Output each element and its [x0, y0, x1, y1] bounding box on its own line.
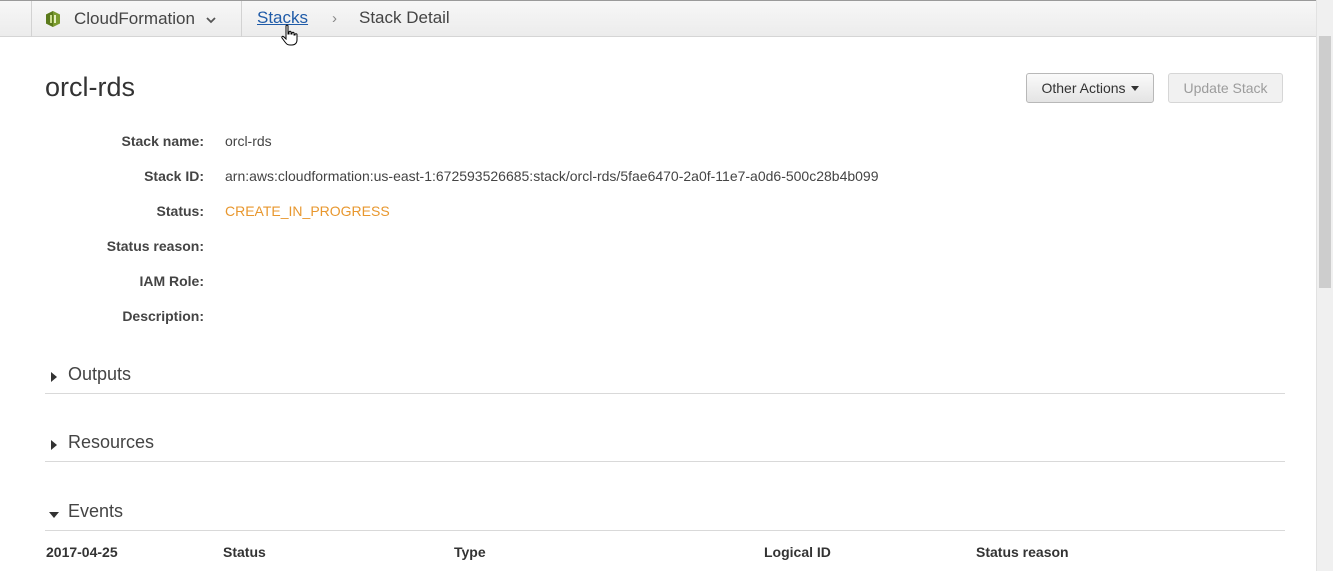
cloudformation-icon: [44, 10, 62, 28]
service-name: CloudFormation: [74, 9, 195, 28]
column-header-date[interactable]: 2017-04-25: [46, 544, 118, 560]
expand-triangle-icon: [51, 440, 57, 450]
stack-name-value: orcl-rds: [225, 133, 272, 149]
section-outputs[interactable]: Outputs: [45, 364, 1285, 394]
breadcrumb-separator: ›: [332, 10, 337, 27]
section-label: Outputs: [68, 364, 132, 384]
detail-label: Stack ID:: [144, 168, 204, 184]
column-header-logical-id[interactable]: Logical ID: [764, 544, 831, 560]
collapse-triangle-icon: [49, 512, 59, 518]
detail-row-status-reason: Status reason:: [0, 238, 1000, 258]
chevron-down-icon: [205, 13, 217, 25]
nav-divider: [241, 1, 242, 37]
detail-label: IAM Role:: [139, 273, 204, 289]
detail-label: Stack name:: [121, 133, 204, 149]
detail-row-status: Status: CREATE_IN_PROGRESS: [0, 203, 1000, 223]
detail-label: Description:: [122, 308, 204, 324]
detail-row-iam-role: IAM Role:: [0, 273, 1000, 293]
section-label: Events: [68, 501, 124, 521]
nav-divider: [31, 1, 32, 37]
section-events[interactable]: Events: [45, 501, 1285, 531]
other-actions-button[interactable]: Other Actions: [1026, 73, 1154, 103]
update-stack-button[interactable]: Update Stack: [1168, 73, 1283, 103]
column-header-type[interactable]: Type: [454, 544, 486, 560]
section-resources[interactable]: Resources: [45, 432, 1285, 462]
column-header-status[interactable]: Status: [223, 544, 266, 560]
update-stack-label: Update Stack: [1183, 80, 1268, 96]
detail-label: Status:: [156, 203, 204, 219]
other-actions-label: Other Actions: [1041, 80, 1126, 96]
section-label: Resources: [68, 432, 155, 452]
service-menu[interactable]: CloudFormation: [44, 7, 217, 31]
scrollbar-thumb[interactable]: [1319, 36, 1331, 288]
vertical-scrollbar[interactable]: [1316, 0, 1333, 571]
detail-label: Status reason:: [106, 238, 204, 254]
status-value: CREATE_IN_PROGRESS: [225, 203, 390, 219]
caret-down-icon: [1130, 85, 1139, 91]
page-title: orcl-rds: [45, 72, 136, 102]
detail-row-stack-id: Stack ID: arn:aws:cloudformation:us-east…: [0, 168, 1000, 188]
top-nav-bar: CloudFormation Stacks › Stack Detail: [0, 0, 1316, 37]
column-header-status-reason[interactable]: Status reason: [976, 544, 1069, 560]
stack-id-value: arn:aws:cloudformation:us-east-1:6725935…: [225, 168, 879, 184]
detail-row-description: Description:: [0, 308, 1000, 328]
hand-pointer-icon: [280, 24, 300, 48]
expand-triangle-icon: [51, 372, 57, 382]
detail-row-stack-name: Stack name: orcl-rds: [0, 133, 1000, 153]
events-table-header: 2017-04-25 Status Type Logical ID Status…: [46, 544, 1286, 564]
breadcrumb-current: Stack Detail: [359, 8, 450, 27]
